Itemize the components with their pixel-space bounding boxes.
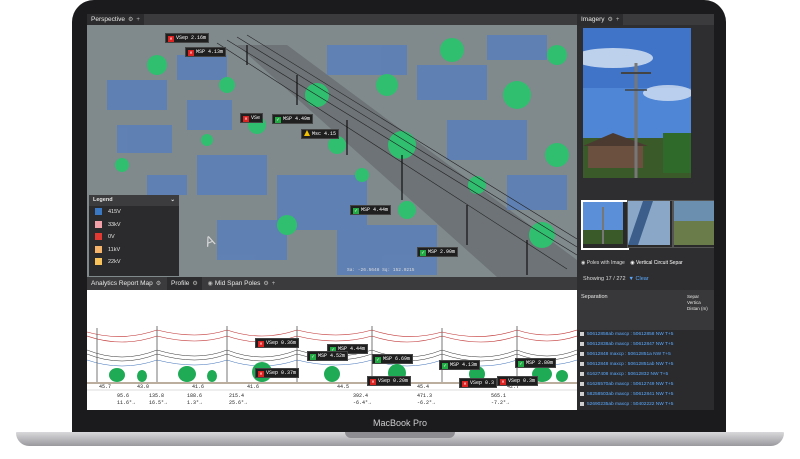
- fail-icon: ✕: [168, 36, 174, 42]
- profile-tag[interactable]: ✓ MSP 2.80m: [515, 358, 557, 368]
- row-checkbox[interactable]: [580, 401, 584, 406]
- profile-view[interactable]: ✕ VSep 0.36m ✓ MSP 4.44m ✓ MSP 4.52m ✓ MSP 6…: [87, 290, 577, 410]
- settings-icon[interactable]: ⚙: [192, 281, 197, 287]
- tab-imagery[interactable]: Imagery ⚙ +: [577, 14, 624, 26]
- results-count: Showing 17 / 272 ▼ Clear: [583, 276, 649, 282]
- pass-icon: ✓: [518, 361, 524, 367]
- pass-icon: ✓: [353, 208, 359, 214]
- row-checkbox[interactable]: [580, 391, 584, 396]
- chevron-down-icon[interactable]: ⌄: [170, 195, 175, 206]
- legend-title: Legend: [93, 197, 113, 203]
- add-tab-icon[interactable]: +: [136, 17, 140, 23]
- fail-icon: ✕: [370, 379, 376, 385]
- imagery-panel: Imagery ⚙ + ◉ Poles with Image ◉ Vertica…: [577, 14, 714, 410]
- add-tab-icon[interactable]: +: [272, 281, 276, 287]
- fail-icon: ✕: [500, 379, 506, 385]
- fail-icon: ✕: [258, 371, 264, 377]
- fail-icon: ✕: [243, 116, 249, 122]
- legend-item: 11kV: [89, 244, 179, 257]
- row-checkbox[interactable]: [580, 351, 584, 356]
- warning-icon: [304, 130, 310, 136]
- column-header-distance[interactable]: Separ Vertica Distan (m): [687, 294, 713, 312]
- laptop-brand-label: MacBook Pro: [372, 418, 428, 428]
- poles-with-image-toggle[interactable]: ◉ Poles with Image: [581, 260, 625, 266]
- legend-item: 33kV: [89, 219, 179, 232]
- scene-tag[interactable]: ✓ MSP 4.44m: [350, 205, 392, 215]
- laptop-notch: [345, 432, 455, 438]
- scene-tag[interactable]: ✕ VSep 2.16m: [165, 33, 210, 43]
- scene-tag[interactable]: Msc 4.15: [301, 129, 340, 139]
- thumbnail[interactable]: [581, 200, 629, 250]
- settings-icon[interactable]: ⚙: [128, 17, 133, 23]
- row-checkbox[interactable]: [580, 361, 584, 366]
- profile-tag[interactable]: ✕ VSep 0.20m: [367, 376, 412, 386]
- legend-swatch: [95, 220, 102, 228]
- legend-panel: Legend ⌄ 415V 33kV 0V 11kV 22kV: [89, 195, 179, 276]
- profile-tag[interactable]: ✕ VSep 0.37m: [255, 368, 300, 378]
- coordinates-readout: Sa: -26.5648 Sq: 152.9215: [347, 268, 415, 273]
- imagery-title: Imagery: [581, 16, 605, 23]
- perspective-tabbar: Perspective ⚙ +: [87, 14, 577, 26]
- row-checkbox[interactable]: [580, 331, 584, 336]
- fail-icon: ✕: [188, 50, 194, 56]
- scene-tag[interactable]: ✓ MSP 4.49m: [272, 114, 314, 124]
- tab-analytics-report-map[interactable]: Analytics Report Map ⚙: [87, 277, 165, 291]
- legend-swatch: [95, 208, 102, 216]
- fail-icon: ✕: [462, 381, 468, 387]
- scene-tag[interactable]: ✕ VSe: [240, 113, 264, 123]
- legend-item: 0V: [89, 231, 179, 244]
- settings-icon[interactable]: ⚙: [156, 281, 161, 287]
- tab-profile[interactable]: Profile ⚙: [166, 277, 202, 291]
- table-header: Separation Separ Vertica Distan (m): [577, 290, 714, 330]
- tab-mid-span-poles[interactable]: ◉ Mid Span Poles ⚙ +: [204, 277, 280, 291]
- column-header-separation[interactable]: Separation: [581, 294, 608, 300]
- pole-photo-image: [583, 28, 691, 178]
- thumbnail[interactable]: [673, 200, 714, 248]
- pass-icon: ✓: [420, 250, 426, 256]
- perspective-view[interactable]: A ✕ VSep 2.16m ✕ MSP 4.13m ✕ VSe ✓ MSP 4.49m…: [87, 25, 577, 277]
- imagery-subtabs: ◉ Poles with Image ◉ Vertical Circuit Se…: [577, 258, 714, 268]
- profile-tag[interactable]: ✕ VSep 0.36m: [255, 338, 300, 348]
- legend-item: 415V: [89, 206, 179, 219]
- row-checkbox[interactable]: [580, 371, 584, 376]
- imagery-tabbar: Imagery ⚙ +: [577, 14, 714, 26]
- eye-icon: ◉: [207, 281, 213, 287]
- profile-tag[interactable]: ✓ MSP 4.52m: [307, 351, 349, 361]
- thumbnail[interactable]: [627, 200, 673, 248]
- fail-icon: ✕: [258, 341, 264, 347]
- pass-icon: ✓: [275, 117, 281, 123]
- settings-icon[interactable]: ⚙: [263, 281, 268, 287]
- row-checkbox[interactable]: [580, 341, 584, 346]
- pass-icon: ✓: [375, 357, 381, 363]
- filter-icon: ▼: [628, 276, 634, 282]
- bottom-tabbar: Analytics Report Map ⚙ Profile ⚙ ◉ Mid Span…: [87, 277, 577, 291]
- legend-header[interactable]: Legend ⌄: [89, 195, 179, 206]
- profile-tag[interactable]: ✕ VSep 0.3: [459, 378, 498, 388]
- pass-icon: ✓: [442, 363, 448, 369]
- pass-icon: ✓: [310, 354, 316, 360]
- vertical-circuit-separation-toggle[interactable]: ◉ Vertical Circuit Separ: [630, 260, 682, 266]
- app-screen: Perspective ⚙ + A ✕ VSep 2.16m ✕ MSP 4.1…: [87, 14, 714, 410]
- eye-icon: ◉: [630, 260, 635, 266]
- legend-swatch: [95, 245, 102, 253]
- legend-swatch: [95, 258, 102, 266]
- row-checkbox[interactable]: [580, 381, 584, 386]
- settings-icon[interactable]: ⚙: [607, 17, 612, 23]
- pole-photo[interactable]: [583, 28, 691, 178]
- perspective-title: Perspective: [91, 16, 125, 23]
- eye-icon: ◉: [581, 260, 586, 266]
- profile-tag[interactable]: ✓ MSP 4.13m: [439, 360, 481, 370]
- legend-swatch: [95, 233, 102, 241]
- clear-filter-button[interactable]: ▼ Clear: [629, 276, 649, 282]
- legend-item: 22kV: [89, 256, 179, 269]
- scene-tag[interactable]: ✓ MSP 2.90m: [417, 247, 459, 257]
- thumbnail-strip: [581, 200, 714, 250]
- table-row[interactable]: 52690235ab maxcp : 50402222 NW T+5: [577, 400, 714, 410]
- scene-tag[interactable]: ✕ MSP 4.13m: [185, 47, 227, 57]
- profile-tag[interactable]: ✓ MSP 6.69m: [372, 354, 414, 364]
- add-tab-icon[interactable]: +: [616, 17, 620, 23]
